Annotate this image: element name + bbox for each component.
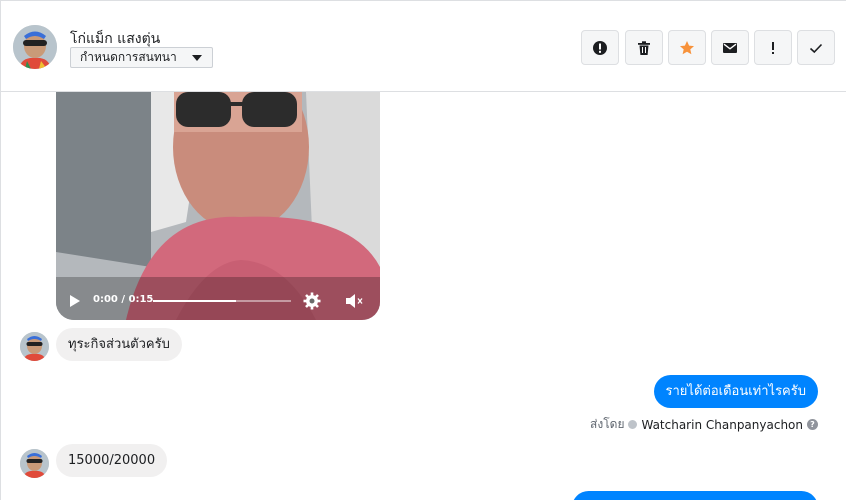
message-bubble-outgoing-partial <box>572 491 818 500</box>
message-bubble-incoming: 15000/20000 <box>56 444 168 477</box>
mark-follow-up-button[interactable] <box>754 30 792 65</box>
contact-avatar-small[interactable] <box>20 449 49 478</box>
checkmark-icon <box>809 43 823 53</box>
video-controls: 0:00 / 0:15 <box>56 282 380 320</box>
video-message[interactable]: 0:00 / 0:15 <box>56 92 380 320</box>
sent-by-label: ส่งโดย <box>590 417 625 431</box>
message-bubble-incoming: ทุระกิจส่วนตัวครับ <box>56 328 182 361</box>
exclamation-icon <box>772 41 774 54</box>
video-seek-progress <box>153 300 236 302</box>
sender-name[interactable]: Watcharin Chanpanyachon <box>641 418 803 432</box>
play-icon[interactable] <box>69 294 81 308</box>
message-bubble-outgoing: รายได้ต่อเดือนเท่าไรครับ <box>653 375 818 408</box>
mute-icon[interactable] <box>345 293 365 309</box>
help-icon[interactable]: ? <box>807 419 818 430</box>
sent-by-line: ส่งโดย Watcharin Chanpanyachon ? <box>590 415 818 434</box>
star-button[interactable] <box>668 30 706 65</box>
sent-status-icon <box>628 420 638 429</box>
video-time: 0:00 / 0:15 <box>93 294 154 305</box>
trash-icon <box>638 40 650 55</box>
conversation-options-label: กำหนดการสนทนา <box>80 50 177 64</box>
star-icon <box>680 40 694 54</box>
envelope-icon <box>723 42 737 53</box>
contact-avatar[interactable] <box>13 25 57 69</box>
conversation-options-dropdown[interactable]: กำหนดการสนทนา <box>70 47 213 68</box>
caret-down-icon <box>192 55 202 61</box>
conversation-header: โก่แม็ก แสงตุ่น กำหนดการสนทนา <box>1 1 846 92</box>
delete-button[interactable] <box>625 30 663 65</box>
contact-avatar-small[interactable] <box>20 332 49 361</box>
mark-done-button[interactable] <box>797 30 835 65</box>
messenger-conversation-panel: โก่แม็ก แสงตุ่น กำหนดการสนทนา 0:00 / 0:1… <box>0 0 846 500</box>
alert-circle-icon <box>593 40 607 55</box>
video-seek-bar[interactable] <box>153 300 291 302</box>
mark-unread-button[interactable] <box>711 30 749 65</box>
settings-gear-icon[interactable] <box>303 292 321 310</box>
mark-spam-button[interactable] <box>581 30 619 65</box>
